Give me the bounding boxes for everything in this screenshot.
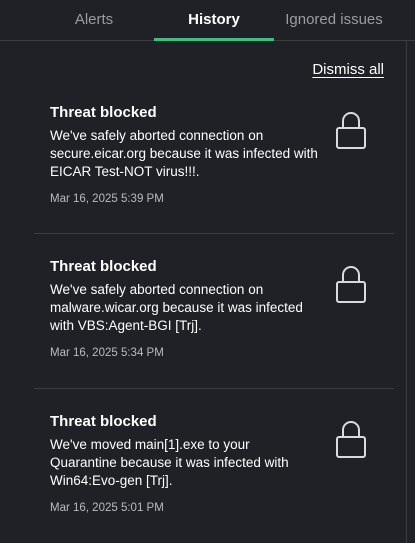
dismiss-all-link[interactable]: Dismiss all bbox=[312, 61, 384, 78]
item-timestamp: Mar 16, 2025 5:01 PM bbox=[50, 502, 164, 514]
active-tab-indicator bbox=[154, 38, 274, 41]
history-item: Threat blocked We've safely aborted conn… bbox=[34, 234, 394, 389]
item-message: We've safely aborted connection on malwa… bbox=[50, 282, 303, 333]
lock-icon[interactable] bbox=[334, 264, 368, 304]
scroll-divider bbox=[406, 41, 407, 543]
tab-bar: Alerts History Ignored issues bbox=[0, 0, 415, 41]
tab-history[interactable]: History bbox=[154, 0, 274, 40]
lock-icon[interactable] bbox=[334, 419, 368, 459]
history-list: Threat blocked We've safely aborted conn… bbox=[34, 88, 394, 543]
item-message: We've moved main[1].exe to your Quaranti… bbox=[50, 437, 289, 488]
item-timestamp: Mar 16, 2025 5:39 PM bbox=[50, 193, 164, 205]
history-panel: Alerts History Ignored issues Dismiss al… bbox=[0, 0, 415, 543]
tab-ignored-issues[interactable]: Ignored issues bbox=[274, 0, 394, 40]
item-message: We've safely aborted connection on secur… bbox=[50, 128, 318, 179]
history-item: Threat blocked We've moved main[1].exe t… bbox=[34, 389, 394, 543]
lock-icon[interactable] bbox=[334, 110, 368, 150]
history-item: Threat blocked We've safely aborted conn… bbox=[34, 88, 394, 234]
item-timestamp: Mar 16, 2025 5:34 PM bbox=[50, 347, 164, 359]
tab-alerts[interactable]: Alerts bbox=[34, 0, 154, 40]
